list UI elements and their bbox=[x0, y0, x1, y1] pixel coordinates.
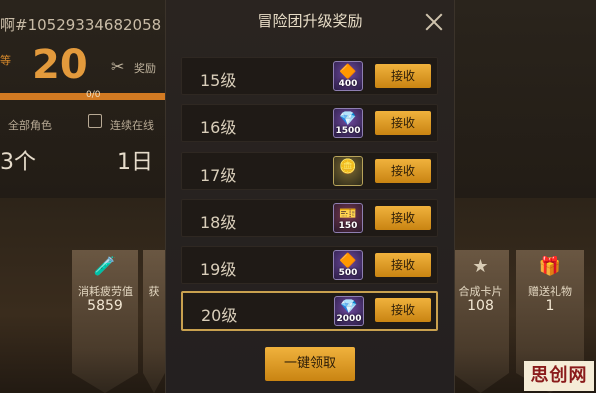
reward-row: 15级 🔶 400 接收 bbox=[181, 57, 438, 95]
star-icon: ★ bbox=[472, 256, 489, 277]
gift-icon: 🎁 bbox=[538, 256, 562, 277]
reward-row-selected: 20级 💎 2000 接收 bbox=[181, 291, 438, 331]
reward-quantity: 150 bbox=[338, 221, 358, 231]
close-icon[interactable] bbox=[424, 12, 444, 32]
crystal-icon[interactable]: 💎 2000 bbox=[334, 296, 364, 326]
claim-button[interactable]: 接收 bbox=[375, 64, 431, 88]
reward-quantity: 1500 bbox=[335, 126, 361, 136]
login-days-value: 1日 bbox=[117, 150, 153, 175]
reward-row: 16级 💎 1500 接收 bbox=[181, 104, 438, 142]
calendar-icon bbox=[88, 114, 102, 128]
banner-label: 合成卡片 bbox=[458, 285, 503, 298]
banner-label: 赠送礼物 bbox=[528, 285, 572, 298]
all-roles-label: 全部角色 bbox=[8, 119, 52, 132]
levelup-rewards-dialog: 冒险团升级奖励 15级 🔶 400 接收 16级 💎 1500 接收 17级 🪙… bbox=[165, 0, 455, 393]
gem-icon[interactable]: 🔶 400 bbox=[333, 61, 363, 91]
gold-coins-icon[interactable]: 🪙 bbox=[333, 156, 363, 186]
tools-icon: ✂ bbox=[111, 57, 125, 76]
banner-label: 消耗疲劳值 bbox=[78, 285, 133, 298]
claim-button[interactable]: 接收 bbox=[375, 253, 431, 277]
level-tag: 等 bbox=[0, 54, 11, 67]
ticket-icon[interactable]: 🎫 150 bbox=[333, 203, 363, 233]
exp-progress-bar bbox=[0, 93, 165, 100]
reward-quantity: 400 bbox=[338, 79, 358, 89]
reward-level: 15级 bbox=[200, 71, 237, 90]
claim-button[interactable]: 接收 bbox=[375, 206, 431, 230]
banner-value: 1 bbox=[545, 298, 555, 314]
banner-value: 5859 bbox=[87, 298, 123, 314]
reward-level: 16级 bbox=[200, 118, 237, 137]
banner-cards[interactable]: ★ 合成卡片 108 bbox=[452, 250, 509, 393]
dialog-title: 冒险团升级奖励 bbox=[257, 12, 363, 30]
tools-label: 奖励 bbox=[134, 62, 156, 75]
reward-level: 17级 bbox=[200, 166, 237, 185]
banner-label: 获 bbox=[148, 285, 160, 298]
reward-row: 18级 🎫 150 接收 bbox=[181, 199, 438, 237]
player-name: 啊#10529334682058 bbox=[0, 16, 162, 34]
reward-row: 17级 🪙 接收 bbox=[181, 152, 438, 190]
exp-progress-text: 0/0 bbox=[86, 90, 101, 100]
reward-level: 20级 bbox=[201, 306, 238, 325]
watermark-logo: 思创网 bbox=[524, 361, 594, 391]
login-days-label: 连续在线 bbox=[110, 119, 154, 132]
banner-fatigue[interactable]: 🧪 消耗疲劳值 5859 bbox=[72, 250, 138, 393]
reward-row: 19级 🔶 500 接收 bbox=[181, 246, 438, 284]
claim-button[interactable]: 接收 bbox=[375, 159, 431, 183]
reward-level: 18级 bbox=[200, 213, 237, 232]
reward-quantity: 2000 bbox=[336, 314, 362, 324]
claim-button[interactable]: 接收 bbox=[375, 111, 431, 135]
banner-value: 108 bbox=[467, 298, 494, 314]
gem-icon[interactable]: 🔶 500 bbox=[333, 250, 363, 280]
reward-level: 19级 bbox=[200, 260, 237, 279]
crystal-icon[interactable]: 💎 1500 bbox=[333, 108, 363, 138]
banner-partial[interactable]: 获 bbox=[143, 250, 165, 393]
claim-all-button[interactable]: 一键领取 bbox=[265, 347, 355, 381]
claim-button[interactable]: 接收 bbox=[375, 298, 431, 322]
potion-icon: 🧪 bbox=[93, 256, 117, 277]
player-level: 20 bbox=[32, 42, 88, 88]
all-roles-value: 3个 bbox=[0, 150, 36, 175]
reward-quantity: 500 bbox=[338, 268, 358, 278]
